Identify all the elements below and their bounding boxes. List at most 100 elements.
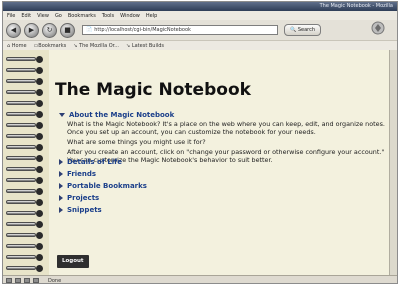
throbber-icon: [371, 21, 385, 35]
page-icon: 📄: [86, 27, 93, 33]
spiral-ring-wire: [6, 57, 36, 61]
spiral-ring: [6, 133, 44, 140]
menu-file[interactable]: File: [7, 13, 15, 19]
menu-help[interactable]: Help: [146, 13, 157, 19]
page-title: The Magic Notebook: [55, 80, 251, 100]
spiral-ring-hole: [36, 111, 43, 118]
composer-icon[interactable]: [15, 278, 21, 283]
collapsed-triangle-icon: [59, 159, 63, 165]
collapsed-triangle-icon: [59, 171, 63, 177]
spiral-ring-wire: [6, 145, 36, 149]
search-label: Search: [297, 27, 316, 33]
vertical-scrollbar[interactable]: [389, 50, 397, 275]
spiral-ring-wire: [6, 266, 36, 270]
spiral-ring-wire: [6, 211, 36, 215]
topic-details-of-life-label: Details of Life: [67, 158, 122, 166]
stop-button[interactable]: ■: [60, 22, 75, 38]
bookmark-home[interactable]: ⌂ Home: [7, 43, 27, 49]
address-book-icon[interactable]: [33, 278, 39, 283]
spiral-ring-hole: [36, 232, 43, 239]
spiral-ring-wire: [6, 156, 36, 160]
menu-window[interactable]: Window: [120, 13, 140, 19]
back-arrow-icon: ◀: [10, 25, 17, 34]
menu-bookmarks[interactable]: Bookmarks: [68, 13, 96, 19]
spiral-ring-hole: [36, 67, 43, 74]
spiral-ring-hole: [36, 166, 43, 173]
chat-icon[interactable]: [24, 278, 30, 283]
forward-arrow-icon: ▶: [28, 25, 35, 34]
bookmark-mozilla-label: The Mozilla Or...: [79, 42, 120, 49]
home-icon: ⌂: [7, 42, 11, 49]
topic-snippets-label: Snippets: [67, 206, 102, 214]
bookmark-bookmarks[interactable]: ▭Bookmarks: [34, 43, 67, 49]
bookmark-latest-builds[interactable]: ↘ Latest Builds: [126, 43, 164, 49]
spiral-ring-hole: [36, 265, 43, 272]
spiral-ring-hole: [36, 210, 43, 217]
spiral-ring-hole: [36, 188, 43, 195]
topic-projects-label: Projects: [67, 194, 100, 202]
bookmark-latest-builds-label: Latest Builds: [131, 42, 165, 49]
collapsed-triangle-icon: [59, 207, 63, 213]
about-paragraph-1: What is the Magic Notebook? It's a place…: [67, 120, 385, 136]
spiral-ring: [6, 221, 44, 228]
spiral-ring-wire: [6, 233, 36, 237]
spiral-ring: [6, 166, 44, 173]
spiral-ring-hole: [36, 122, 43, 129]
url-bar[interactable]: 📄 http://localhost/cgi-bin/MagicNotebook: [82, 25, 278, 35]
spiral-ring: [6, 243, 44, 250]
search-button[interactable]: 🔍 Search: [284, 24, 322, 36]
browser-window: The Magic Notebook - Mozilla File Edit V…: [2, 1, 398, 284]
spiral-ring: [6, 210, 44, 217]
spiral-ring: [6, 56, 44, 63]
spiral-ring: [6, 177, 44, 184]
collapsed-triangle-icon: [59, 183, 63, 189]
spiral-ring-hole: [36, 78, 43, 85]
forward-button[interactable]: ▶: [24, 22, 39, 38]
spiral-ring-hole: [36, 177, 43, 184]
spiral-ring-wire: [6, 79, 36, 83]
menu-view[interactable]: View: [37, 13, 49, 19]
expanded-triangle-icon: [59, 113, 65, 117]
spiral-ring-hole: [36, 254, 43, 261]
spiral-ring: [6, 199, 44, 206]
mail-icon[interactable]: [6, 278, 12, 283]
menu-bar: File Edit View Go Bookmarks Tools Window…: [3, 11, 397, 20]
spiral-ring-wire: [6, 178, 36, 182]
menu-edit[interactable]: Edit: [21, 13, 31, 19]
window-title: The Magic Notebook - Mozilla: [3, 2, 397, 11]
bookmark-home-label: Home: [11, 42, 27, 49]
spiral-ring-wire: [6, 255, 36, 259]
spiral-ring: [6, 111, 44, 118]
topic-details-of-life[interactable]: Details of Life: [59, 158, 122, 166]
spiral-ring-hole: [36, 155, 43, 162]
spiral-ring-wire: [6, 123, 36, 127]
status-bar: Done: [3, 275, 397, 284]
bookmark-bookmarks-label: Bookmarks: [38, 42, 67, 49]
spiral-ring-wire: [6, 200, 36, 204]
collapsed-triangle-icon: [59, 195, 63, 201]
topic-portable-bookmarks-label: Portable Bookmarks: [67, 182, 147, 190]
navigation-toolbar: ◀ ▶ ↻ ■ 📄 http://localhost/cgi-bin/Magic…: [3, 20, 397, 41]
bookmark-mozilla[interactable]: ↘ The Mozilla Or...: [73, 43, 119, 49]
logout-button[interactable]: Logout: [57, 255, 89, 268]
spiral-ring: [6, 144, 44, 151]
topic-friends[interactable]: Friends: [59, 170, 96, 178]
menu-tools[interactable]: Tools: [102, 13, 114, 19]
reload-button[interactable]: ↻: [42, 22, 57, 38]
spiral-ring: [6, 188, 44, 195]
spiral-ring: [6, 78, 44, 85]
topic-snippets[interactable]: Snippets: [59, 206, 102, 214]
topic-about[interactable]: About the Magic Notebook: [59, 111, 174, 119]
back-button[interactable]: ◀: [6, 22, 21, 38]
topic-portable-bookmarks[interactable]: Portable Bookmarks: [59, 182, 147, 190]
spiral-ring: [6, 265, 44, 272]
about-paragraph-2: What are some things you might use it fo…: [67, 138, 206, 146]
spiral-ring: [6, 89, 44, 96]
topic-projects[interactable]: Projects: [59, 194, 99, 202]
spiral-ring-hole: [36, 56, 43, 63]
spiral-ring: [6, 232, 44, 239]
topic-about-label: About the Magic Notebook: [69, 111, 175, 119]
menu-go[interactable]: Go: [55, 13, 62, 19]
spiral-ring: [6, 100, 44, 107]
status-text: Done: [48, 277, 62, 284]
